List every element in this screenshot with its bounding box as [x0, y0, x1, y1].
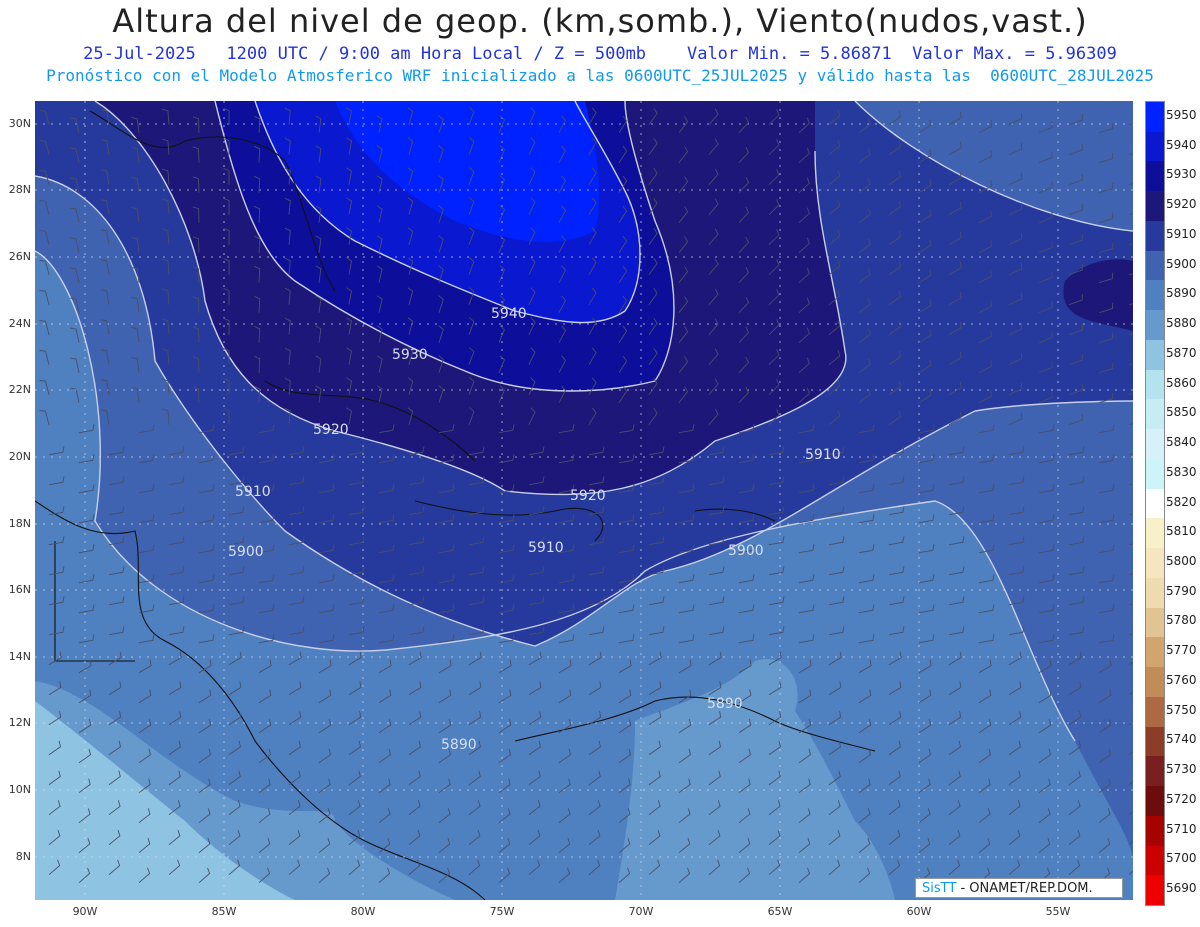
onamet-logo: SisTT - ONAMET/REP.DOM.	[915, 878, 1123, 898]
colorbar-label: 5880	[1166, 316, 1197, 331]
colorbar-label: 5710	[1166, 821, 1197, 836]
contour-label: 5910	[528, 540, 564, 556]
lon-label: 70W	[628, 905, 654, 918]
lat-label: 16N	[8, 583, 31, 596]
contour-label: 5890	[707, 696, 743, 712]
lat-label: 8N	[15, 850, 31, 863]
contour-label: 5940	[491, 306, 527, 322]
colorbar-cell	[1146, 458, 1164, 490]
colorbar-cell	[1146, 548, 1164, 579]
colorbar-cell	[1146, 667, 1164, 698]
colorbar-label: 5780	[1166, 613, 1197, 628]
contour-label: 5910	[805, 447, 841, 463]
colorbar-cell	[1146, 875, 1164, 906]
colorbar-label: 5700	[1166, 851, 1197, 866]
colorbar-label: 5870	[1166, 345, 1197, 360]
lon-label: 65W	[767, 905, 793, 918]
colorbar-cell	[1146, 756, 1164, 787]
lon-label: 90W	[72, 905, 98, 918]
colorbar-cell	[1146, 339, 1164, 371]
colorbar-cell	[1146, 845, 1164, 876]
colorbar-label: 5860	[1166, 375, 1197, 390]
colorbar-cell	[1146, 696, 1164, 728]
colorbar-cell	[1146, 399, 1164, 430]
colorbar-cell	[1146, 786, 1164, 817]
contour-label: 5920	[313, 422, 349, 438]
lat-label: 28N	[8, 183, 31, 196]
lat-label: 14N	[8, 650, 31, 663]
lon-label: 60W	[906, 905, 932, 918]
colorbar-cell	[1146, 131, 1164, 162]
colorbar-label: 5730	[1166, 762, 1197, 777]
colorbar-label: 5850	[1166, 405, 1197, 420]
lat-label: 10N	[8, 783, 31, 796]
lat-label: 22N	[8, 383, 31, 396]
colorbar-cell	[1146, 429, 1164, 460]
colorbar-cell	[1146, 191, 1164, 222]
lat-label: 20N	[8, 450, 31, 463]
colorbar-cell	[1146, 577, 1164, 609]
colorbar-cell	[1146, 726, 1164, 757]
colorbar-label: 5950	[1166, 107, 1197, 122]
colorbar-label: 5830	[1166, 464, 1197, 479]
lat-label: 18N	[8, 517, 31, 530]
colorbar-cell	[1146, 161, 1164, 192]
lat-label: 12N	[8, 716, 31, 729]
lon-label: 85W	[211, 905, 237, 918]
contour-label: 5910	[235, 484, 271, 500]
colorbar-label: 5840	[1166, 435, 1197, 450]
model-info-line: Pronóstico con el Modelo Atmosferico WRF…	[46, 66, 1154, 85]
contour-label: 5900	[228, 544, 264, 560]
map-graphic: 5940 5930 5920 5920 5910 5910 5910 5900 …	[35, 101, 1133, 900]
colorbar-label: 5930	[1166, 167, 1197, 182]
colorbar-label: 5720	[1166, 791, 1197, 806]
colorbar	[1145, 101, 1165, 906]
colorbar-cell	[1146, 637, 1164, 668]
lat-label: 26N	[8, 250, 31, 263]
contour-label: 5900	[728, 543, 764, 559]
colorbar-cell	[1146, 488, 1164, 519]
colorbar-label: 5760	[1166, 672, 1197, 687]
lon-label: 80W	[350, 905, 376, 918]
colorbar-label: 5690	[1166, 881, 1197, 896]
map-title: Altura del nivel de geop. (km,somb.), Vi…	[112, 2, 1088, 40]
geopotential-map: 5940 5930 5920 5920 5910 5910 5910 5900 …	[35, 101, 1133, 900]
colorbar-label: 5900	[1166, 256, 1197, 271]
colorbar-cell	[1146, 369, 1164, 400]
colorbar-cell	[1146, 102, 1164, 133]
colorbar-label: 5920	[1166, 197, 1197, 212]
colorbar-cell	[1146, 518, 1164, 549]
colorbar-label: 5890	[1166, 286, 1197, 301]
lon-label: 55W	[1045, 905, 1071, 918]
colorbar-label: 5800	[1166, 553, 1197, 568]
colorbar-label: 5750	[1166, 702, 1197, 717]
lon-label: 75W	[489, 905, 515, 918]
contour-label: 5930	[392, 347, 428, 363]
contour-label: 5890	[441, 737, 477, 753]
colorbar-label: 5770	[1166, 643, 1197, 658]
logo-org: - ONAMET/REP.DOM.	[960, 881, 1093, 896]
lat-label: 24N	[8, 317, 31, 330]
colorbar-label: 5940	[1166, 137, 1197, 152]
lat-label: 30N	[8, 117, 31, 130]
colorbar-cell	[1146, 220, 1164, 252]
colorbar-label: 5810	[1166, 524, 1197, 539]
colorbar-label: 5790	[1166, 583, 1197, 598]
forecast-time-line: 25-Jul-2025 1200 UTC / 9:00 am Hora Loca…	[83, 44, 1117, 64]
colorbar-cell	[1146, 310, 1164, 341]
colorbar-cell	[1146, 815, 1164, 846]
colorbar-cell	[1146, 607, 1164, 638]
colorbar-label: 5910	[1166, 226, 1197, 241]
colorbar-label: 5740	[1166, 732, 1197, 747]
colorbar-cell	[1146, 280, 1164, 311]
contour-label: 5920	[570, 488, 606, 504]
logo-brand: SisTT	[922, 881, 957, 896]
colorbar-label: 5820	[1166, 494, 1197, 509]
colorbar-cell	[1146, 250, 1164, 281]
